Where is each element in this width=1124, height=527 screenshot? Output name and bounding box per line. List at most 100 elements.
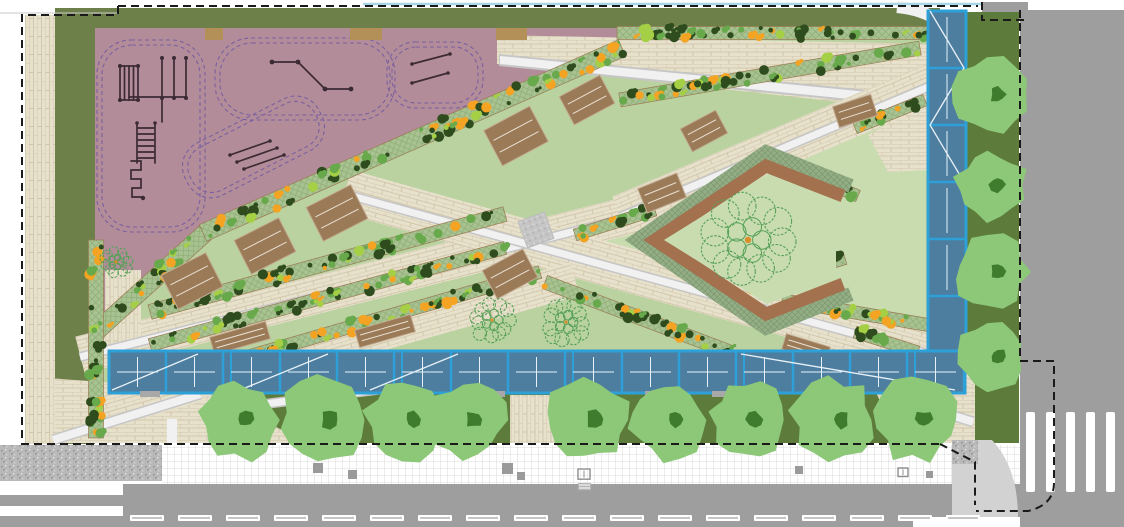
shrub-blob bbox=[213, 224, 220, 231]
shrub-blob bbox=[450, 289, 456, 295]
shrub-blob bbox=[218, 322, 224, 328]
lane-dash-inner bbox=[516, 517, 546, 518]
shrub-blob bbox=[91, 327, 97, 333]
shrub-blob bbox=[847, 62, 851, 66]
shrub-blob bbox=[892, 32, 899, 39]
shrub-blob bbox=[93, 341, 102, 350]
shrub-blob bbox=[273, 204, 282, 213]
shrub-blob bbox=[481, 102, 491, 112]
shrub-blob bbox=[868, 119, 871, 122]
shrub-blob bbox=[118, 303, 127, 312]
shrub-blob bbox=[96, 365, 103, 372]
shrub-blob bbox=[837, 308, 840, 311]
shrub-blob bbox=[592, 292, 597, 297]
shrub-blob bbox=[218, 290, 223, 295]
west-road-lane-marking bbox=[0, 482, 123, 495]
shrub-blob bbox=[619, 97, 627, 105]
shrub-blob bbox=[367, 316, 373, 322]
shrub-blob bbox=[850, 191, 857, 198]
shrub-blob bbox=[542, 283, 548, 289]
shrub-blob bbox=[475, 111, 482, 118]
shrub-blob bbox=[799, 59, 803, 63]
shrub-blob bbox=[668, 329, 673, 334]
shrub-blob bbox=[92, 398, 101, 407]
shrub-blob bbox=[841, 310, 851, 320]
shrub-blob bbox=[776, 30, 785, 39]
shrub-blob bbox=[111, 322, 114, 325]
shrub-blob bbox=[759, 65, 769, 75]
shrub-blob bbox=[453, 122, 457, 126]
shrub-blob bbox=[349, 316, 356, 323]
shrub-blob bbox=[85, 418, 94, 427]
shrub-blob bbox=[579, 224, 587, 232]
shrub-blob bbox=[684, 89, 688, 93]
shrub-blob bbox=[468, 288, 472, 292]
shrub-blob bbox=[700, 336, 705, 341]
shrub-blob bbox=[736, 72, 744, 80]
shrub-blob bbox=[906, 29, 909, 32]
shrub-blob bbox=[837, 251, 844, 258]
furniture-solid bbox=[795, 466, 803, 474]
shrub-blob bbox=[633, 208, 639, 214]
shrub-blob bbox=[388, 269, 396, 277]
shrub-blob bbox=[444, 125, 449, 130]
shrub-blob bbox=[836, 61, 840, 65]
shrub-blob bbox=[571, 63, 576, 68]
lane-dash-inner bbox=[468, 517, 498, 518]
furniture-striped bbox=[578, 483, 591, 490]
shrub-blob bbox=[404, 277, 407, 280]
shrub-blob bbox=[909, 100, 914, 105]
entry-pad bbox=[350, 28, 382, 40]
furniture-solid bbox=[502, 463, 513, 474]
shrub-blob bbox=[856, 332, 866, 342]
shrub-blob bbox=[619, 50, 627, 58]
shrub-blob bbox=[664, 319, 669, 324]
shrub-blob bbox=[730, 78, 738, 86]
shrub-blob bbox=[536, 269, 540, 273]
site-plan-drawing bbox=[0, 0, 1124, 527]
shrub-blob bbox=[389, 276, 395, 282]
shrub-blob bbox=[685, 33, 692, 40]
shrub-blob bbox=[620, 217, 627, 224]
shrub-blob bbox=[323, 266, 327, 270]
shrub-blob bbox=[166, 258, 176, 268]
shrub-blob bbox=[184, 243, 188, 247]
lane-dash-inner bbox=[948, 517, 978, 518]
shrub-blob bbox=[580, 233, 586, 239]
shrub-blob bbox=[420, 302, 427, 309]
shrub-blob bbox=[174, 249, 178, 253]
shrub-blob bbox=[773, 73, 777, 77]
shrub-blob bbox=[701, 343, 708, 350]
lane-dash-inner bbox=[564, 517, 594, 518]
shrub-blob bbox=[727, 32, 733, 38]
shrub-blob bbox=[636, 91, 644, 99]
shrub-blob bbox=[156, 310, 164, 318]
shrub-blob bbox=[623, 312, 634, 323]
shrub-blob bbox=[738, 27, 744, 33]
shrub-blob bbox=[139, 291, 145, 297]
shrub-blob bbox=[874, 310, 881, 317]
lane-dash-inner bbox=[372, 517, 402, 518]
crosswalk-bar bbox=[1026, 412, 1035, 492]
shrub-blob bbox=[169, 336, 175, 342]
entry-pad bbox=[496, 28, 527, 40]
shrub-blob bbox=[579, 70, 585, 76]
shrub-blob bbox=[329, 261, 336, 268]
shrub-blob bbox=[384, 239, 391, 246]
shrub-blob bbox=[437, 114, 447, 124]
shrub-blob bbox=[140, 280, 144, 284]
shrub-blob bbox=[864, 126, 867, 129]
shrub-blob bbox=[218, 294, 221, 297]
shrub-blob bbox=[681, 323, 688, 330]
shrub-blob bbox=[94, 358, 98, 362]
shrub-blob bbox=[437, 263, 441, 267]
shrub-blob bbox=[302, 300, 307, 305]
shrub-blob bbox=[434, 229, 443, 238]
lane-dash-inner bbox=[852, 517, 882, 518]
shrub-blob bbox=[432, 134, 437, 139]
paver-path bbox=[25, 15, 55, 444]
west-road-lane bbox=[0, 516, 123, 527]
lane-dash-inner bbox=[756, 517, 786, 518]
shrub-blob bbox=[89, 305, 95, 311]
lane-dash-inner bbox=[708, 517, 738, 518]
